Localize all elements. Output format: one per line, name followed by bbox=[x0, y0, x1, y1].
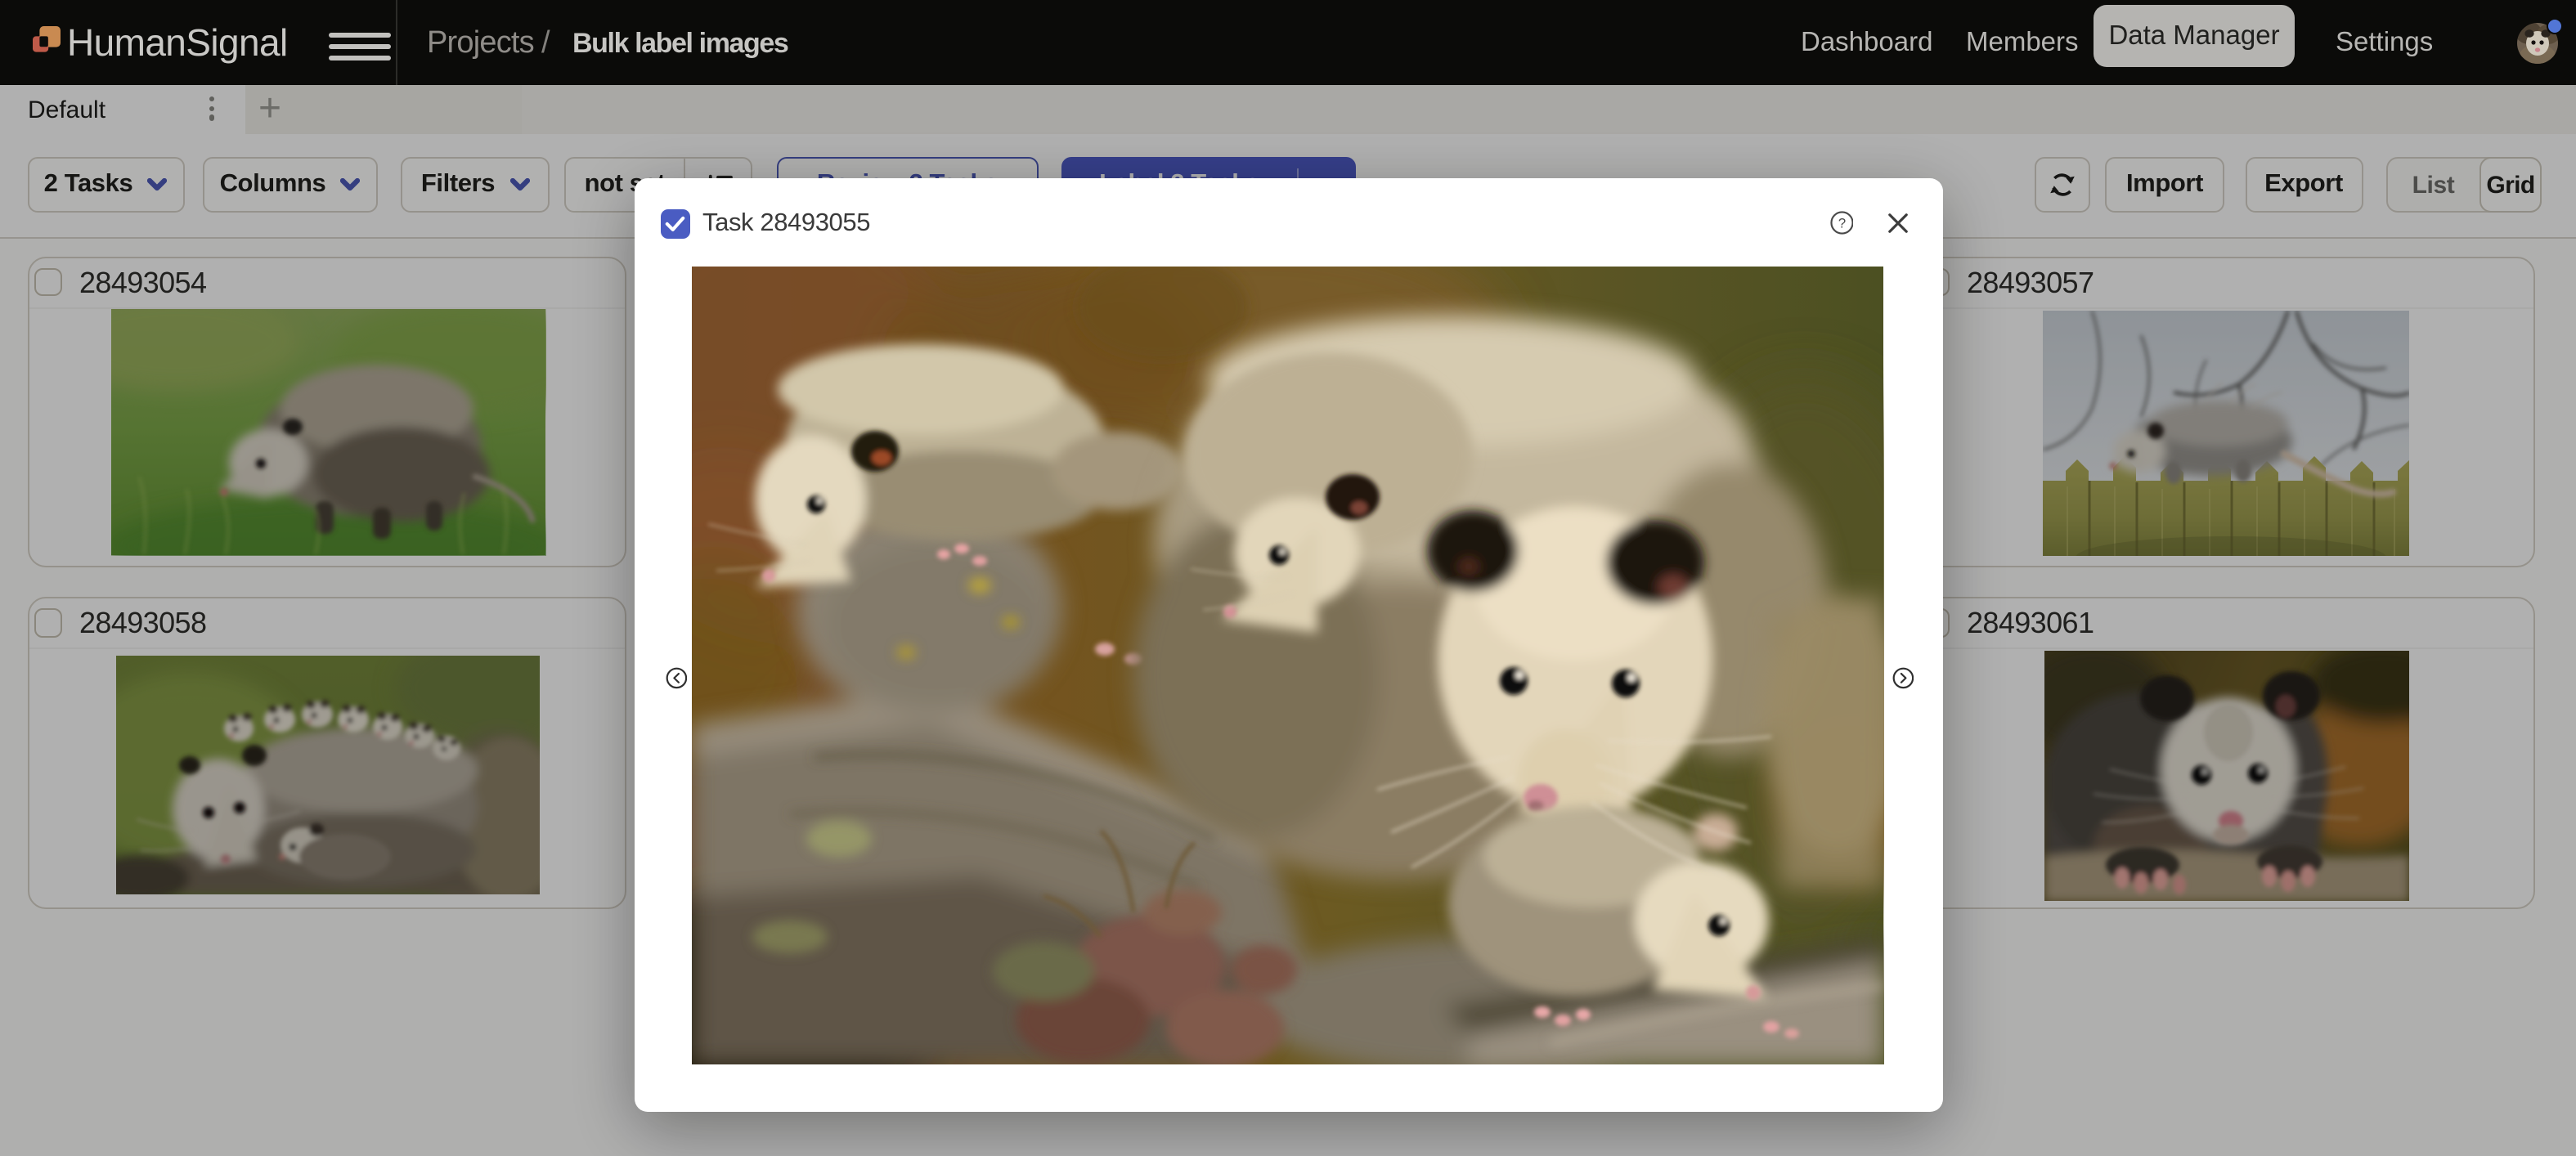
svg-text:?: ? bbox=[1838, 215, 1845, 231]
